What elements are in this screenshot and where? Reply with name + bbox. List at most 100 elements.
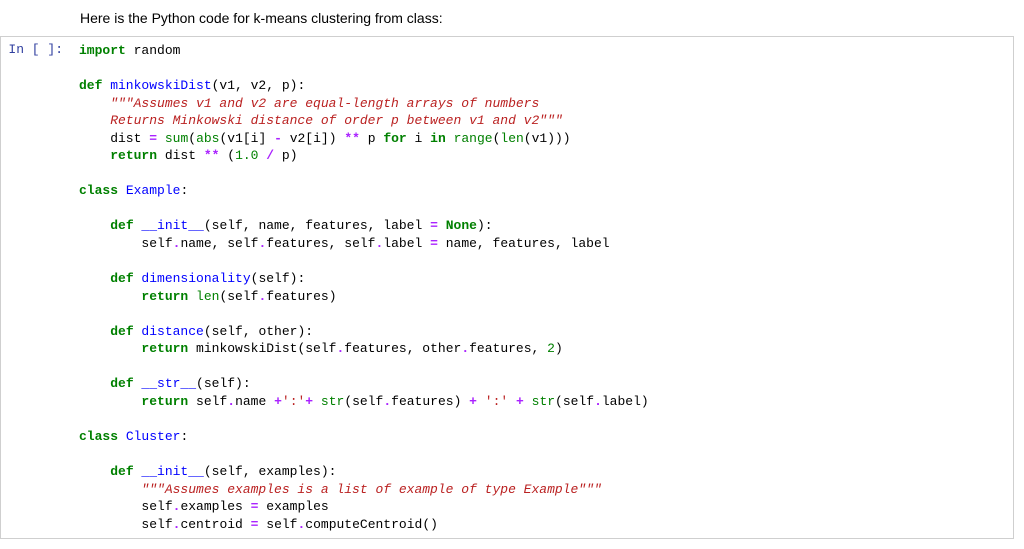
- kw-def: def: [110, 271, 133, 286]
- builtin-range: range: [454, 131, 493, 146]
- sig: (self):: [196, 376, 251, 391]
- fn-init: __init__: [134, 218, 204, 233]
- kw-def: def: [110, 464, 133, 479]
- number: 2: [547, 341, 555, 356]
- kw-return: return: [141, 289, 188, 304]
- indent: [79, 394, 141, 409]
- code-text: self: [258, 517, 297, 532]
- code-text: label: [383, 236, 430, 251]
- op: =: [430, 218, 438, 233]
- kw-for: for: [383, 131, 406, 146]
- code-text: self: [79, 517, 173, 532]
- op: .: [227, 394, 235, 409]
- op: =: [251, 517, 259, 532]
- sp: [118, 429, 126, 444]
- code-text: i: [407, 131, 430, 146]
- code-text: (: [188, 131, 196, 146]
- fn-distance: distance: [134, 324, 204, 339]
- kw-def: def: [110, 218, 133, 233]
- indent: [79, 218, 110, 233]
- op: /: [266, 148, 274, 163]
- number: 1.0: [235, 148, 258, 163]
- code-text: (self: [219, 289, 258, 304]
- code-text: name, features, label: [438, 236, 610, 251]
- code-text: name: [235, 394, 274, 409]
- builtin-abs: abs: [196, 131, 219, 146]
- code-text: (: [219, 148, 235, 163]
- op: =: [149, 131, 157, 146]
- code-text: [157, 131, 165, 146]
- code-text: features): [391, 394, 469, 409]
- indent: [79, 324, 110, 339]
- fn-minkowski: minkowskiDist: [102, 78, 211, 93]
- code-text: [188, 289, 196, 304]
- kw-class: class: [79, 183, 118, 198]
- code-text: self: [188, 394, 227, 409]
- code-text: [524, 394, 532, 409]
- op: -: [274, 131, 282, 146]
- op: **: [344, 131, 360, 146]
- sig: (self, examples):: [204, 464, 337, 479]
- code-content[interactable]: import random def minkowskiDist(v1, v2, …: [71, 37, 1013, 538]
- fn-str: __str__: [134, 376, 196, 391]
- kw-def: def: [110, 376, 133, 391]
- op: =: [430, 236, 438, 251]
- builtin-len: len: [196, 289, 219, 304]
- kw-return: return: [141, 394, 188, 409]
- kw-import: import: [79, 43, 126, 58]
- code-text: self: [79, 236, 173, 251]
- code-text: features,: [469, 341, 547, 356]
- code-text: [313, 394, 321, 409]
- kw-def: def: [79, 78, 102, 93]
- code-text: label): [602, 394, 649, 409]
- docstring-line: """Assumes examples is a list of example…: [79, 482, 602, 497]
- sig: (self):: [251, 271, 306, 286]
- indent: [79, 271, 110, 286]
- indent: [79, 464, 110, 479]
- module-name: random: [126, 43, 181, 58]
- fn-dimensionality: dimensionality: [134, 271, 251, 286]
- op: +: [469, 394, 477, 409]
- code-text: p): [274, 148, 297, 163]
- string: ':': [282, 394, 305, 409]
- code-text: (v1[i]: [219, 131, 274, 146]
- indent: [79, 148, 110, 163]
- code-text: (self: [344, 394, 383, 409]
- code-text: v2[i]): [282, 131, 344, 146]
- op: .: [173, 517, 181, 532]
- fn-init: __init__: [134, 464, 204, 479]
- intro-text: Here is the Python code for k-means clus…: [0, 10, 1024, 36]
- code-text: [477, 394, 485, 409]
- class-cluster: Cluster: [126, 429, 181, 444]
- code-text: computeCentroid(): [305, 517, 438, 532]
- kw-return: return: [110, 148, 157, 163]
- code-text: minkowskiDist(self: [188, 341, 336, 356]
- code-text: dist: [79, 131, 149, 146]
- kw-in: in: [430, 131, 446, 146]
- op: .: [297, 517, 305, 532]
- colon: :: [180, 429, 188, 444]
- builtin-len: len: [500, 131, 523, 146]
- kw-return: return: [141, 341, 188, 356]
- code-text: dist: [157, 148, 204, 163]
- code-text: [508, 394, 516, 409]
- indent: [79, 376, 110, 391]
- op: .: [594, 394, 602, 409]
- input-prompt: In [ ]:: [1, 37, 71, 538]
- code-text: p: [360, 131, 383, 146]
- code-text: (v1))): [524, 131, 571, 146]
- kw-def: def: [110, 324, 133, 339]
- docstring-line: Returns Minkowski distance of order p be…: [79, 113, 563, 128]
- code-text: centroid: [180, 517, 250, 532]
- op: +: [305, 394, 313, 409]
- code-text: (self: [555, 394, 594, 409]
- colon: :: [180, 183, 188, 198]
- indent: [79, 289, 141, 304]
- code-text: features): [266, 289, 336, 304]
- code-text: [446, 131, 454, 146]
- code-text: name, self: [180, 236, 258, 251]
- sig: (v1, v2, p):: [212, 78, 306, 93]
- sig: (self, other):: [204, 324, 313, 339]
- indent: [79, 341, 141, 356]
- code-text: features, self: [266, 236, 375, 251]
